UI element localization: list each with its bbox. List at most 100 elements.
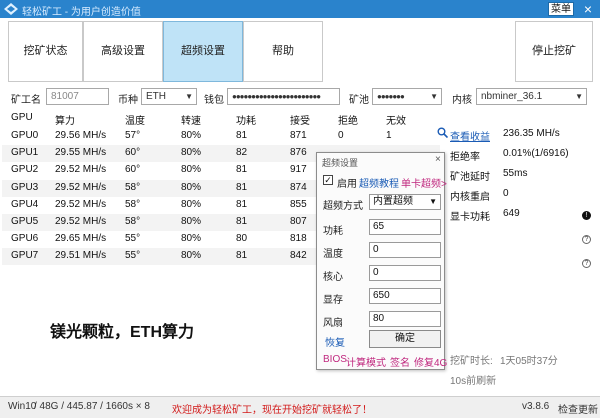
pool-select[interactable]: ●●●●●●● ▼ [372,88,442,105]
cell-temperature: 60° [125,164,141,176]
restore-button[interactable]: 恢复 [325,334,345,349]
last-refresh-text: 10s前刷新 [450,376,497,387]
cell-power: 82 [236,147,248,159]
cell-power: 81 [236,164,248,176]
cell-power: 80 [236,233,248,245]
overclock-mode-value: 内置超频 [373,196,413,207]
pool-label: 矿池 [349,95,369,106]
cell-power: 81 [236,198,248,210]
status-bar: Win10 / 48G / 445.87 / 1660s × 8 欢迎成为轻松矿… [0,396,600,418]
cell-temperature: 55° [125,233,141,245]
cell-accepted: 818 [290,233,307,245]
tab-advanced-settings[interactable]: 高级设置 [83,21,163,82]
pool-select-value: ●●●●●●● [377,92,405,101]
bios-link[interactable]: BIOS [323,354,347,365]
mining-duration-label: 挖矿时长: [450,356,493,367]
confirm-button[interactable]: 确定 [369,330,441,348]
cell-accepted: 874 [290,181,307,193]
app-logo-icon [4,3,18,15]
cell-accepted: 855 [290,198,307,210]
cell-fan: 80% [181,164,202,176]
coin-select[interactable]: ETH ▼ [141,88,197,105]
cell-gpu: GPU3 [11,181,39,193]
memory-clock-input[interactable]: 650 [369,288,441,304]
enable-label: 启用 [337,179,357,190]
chevron-down-icon: ▼ [575,92,583,101]
overclock-mode-label: 超频方式 [323,201,363,212]
hardware-summary: / 48G / 445.87 / 1660s × 8 [34,401,150,412]
worker-name-label: 矿工名 [11,95,41,106]
title-bar: 轻松矿工 - 为用户创造价值 菜单 × [0,0,600,18]
check-update-link[interactable]: 检查更新 [558,401,598,416]
temperature-input[interactable]: 0 [369,242,441,258]
cell-accepted: 871 [290,130,307,141]
info-icon[interactable]: ! [582,211,591,220]
signature-link[interactable]: 签名 [390,354,410,369]
overclock-mode-select[interactable]: 内置超频 ▼ [369,194,441,210]
kernel-restart-value: 0 [503,188,509,199]
cell-accepted: 917 [290,164,307,176]
cell-hashrate: 29.56 MH/s [55,130,107,141]
kernel-select-value: nbminer_36.1 [481,91,543,102]
cell-invalid: 1 [386,130,392,141]
help-icon[interactable]: ? [582,235,591,244]
cell-fan: 80% [181,181,202,193]
cell-hashrate: 29.65 MH/s [55,233,107,245]
kernel-restart-label: 内核重启 [450,192,490,203]
cell-gpu: GPU1 [11,147,39,159]
total-hashrate: 236.35 MH/s [503,128,560,139]
cell-gpu: GPU5 [11,216,39,227]
overlay-caption: 镁光颗粒，ETH算力 [50,324,195,341]
cell-gpu: GPU6 [11,233,39,245]
cell-hashrate: 29.55 MH/s [55,147,107,159]
close-icon[interactable]: × [435,154,441,165]
overclock-tutorial-link[interactable]: 超频教程 [359,175,399,190]
cell-hashrate: 29.52 MH/s [55,181,107,193]
reject-rate-value: 0.01%(1/6916) [503,148,569,159]
tab-mining-status[interactable]: 挖矿状态 [8,21,83,82]
cell-power: 81 [236,130,248,141]
view-income-link[interactable]: 查看收益 [450,128,490,143]
help-icon[interactable]: ? [582,259,591,268]
gpu-power-label: 显卡功耗 [450,212,490,223]
temperature-label: 温度 [323,249,343,260]
pool-latency-value: 55ms [503,168,528,179]
overclock-panel: 超频设置 × ✓ 启用 超频教程 单卡超频> 超频方式 内置超频 ▼ 功耗 65… [316,152,447,370]
fix-4g-link[interactable]: 修复4G [414,354,447,369]
cell-fan: 80% [181,147,202,159]
cell-temperature: 58° [125,181,141,193]
search-icon[interactable] [437,127,448,138]
cell-fan: 80% [181,216,202,227]
pool-latency-label: 矿池延时 [450,172,490,183]
overclock-panel-title: 超频设置 [322,158,359,168]
chevron-down-icon: ▼ [430,92,438,101]
cell-hashrate: 29.52 MH/s [55,216,107,227]
core-clock-input[interactable]: 0 [369,265,441,281]
worker-name-input[interactable]: 81007 [46,88,109,105]
single-card-overclock-link[interactable]: 单卡超频> [401,175,447,190]
close-icon[interactable]: × [580,1,596,17]
tab-help[interactable]: 帮助 [243,21,323,82]
cell-temperature: 60° [125,147,141,159]
stop-mining-button[interactable]: 停止挖矿 [515,21,593,82]
enable-checkbox[interactable]: ✓ [323,175,333,185]
tab-overclock-settings[interactable]: 超频设置 [163,21,243,82]
kernel-select[interactable]: nbminer_36.1 ▼ [476,88,587,105]
cell-temperature: 57° [125,130,141,141]
cell-gpu: GPU7 [11,250,39,262]
chevron-down-icon: ▼ [185,92,193,101]
col-header-accepted: 接受 [290,116,310,127]
menu-button[interactable]: 菜单 [548,2,574,16]
col-header-invalid: 无效 [386,116,406,127]
compute-mode-link[interactable]: 计算模式 [346,354,386,369]
wallet-input[interactable]: ●●●●●●●●●●●●●●●●●●●●●●● [227,88,340,105]
status-message: 欢迎成为轻松矿工，现在开始挖矿就轻松了！ [172,405,372,416]
col-header-gpu: GPU [11,112,33,123]
cell-temperature: 58° [125,216,141,227]
cell-power: 81 [236,181,248,193]
wallet-label: 钱包 [204,95,224,106]
cell-rejected: 0 [338,130,344,141]
fan-input[interactable]: 80 [369,311,441,327]
power-limit-input[interactable]: 65 [369,219,441,235]
cell-fan: 80% [181,233,202,245]
